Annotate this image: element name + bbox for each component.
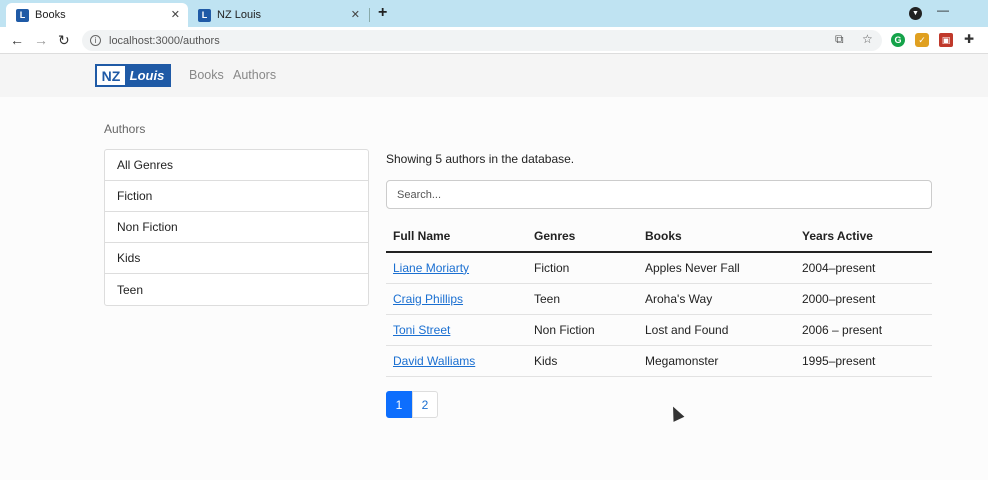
page-button-1[interactable]: 1 [386,391,412,418]
genre-item-non-fiction[interactable]: Non Fiction [105,212,368,243]
close-tab-icon[interactable]: ✕ [171,8,180,21]
pagination: 1 2 [386,391,438,418]
extension-icon[interactable]: ✓ [915,33,929,47]
nav-link-books[interactable]: Books [189,68,224,82]
table-row: David Walliams Kids Megamonster 1995–pre… [386,345,932,377]
authors-table: Full Name Genres Books Years Active Lian… [386,221,932,377]
cell-years: 1995–present [795,345,932,377]
cell-book: Megamonster [638,345,795,377]
tab-title: Books [35,9,66,21]
site-navbar: NZ Louis Books Authors [0,54,988,97]
cell-full-name: Toni Street [386,314,527,346]
genre-list: All Genres Fiction Non Fiction Kids Teen [104,149,369,306]
tab-divider [369,8,370,22]
browser-toolbar: ← → ↻ i localhost:3000/authors ⧉ ☆ G ✓ ▣… [0,27,988,54]
page-title: Authors [104,122,146,136]
cell-genre: Fiction [527,252,638,284]
genre-item-kids[interactable]: Kids [105,243,368,274]
tab-books[interactable]: L Books ✕ [6,3,188,27]
tab-nz-louis[interactable]: L NZ Louis ✕ [190,3,368,27]
site-info-icon[interactable]: i [90,35,101,46]
bookmark-star-icon[interactable]: ☆ [862,32,873,46]
genre-item-fiction[interactable]: Fiction [105,181,368,212]
cell-years: 2004–present [795,252,932,284]
tab-search-icon[interactable]: ▼ [909,7,922,20]
nz-louis-favicon-icon: L [198,8,211,22]
logo-louis: Louis [125,66,169,85]
cell-book: Lost and Found [638,314,795,346]
page-content: NZ Louis Books Authors Authors All Genre… [0,54,988,480]
grammarly-extension-icon[interactable]: G [891,33,905,47]
author-link[interactable]: Toni Street [393,323,450,337]
table-row: Toni Street Non Fiction Lost and Found 2… [386,314,932,346]
results-count-text: Showing 5 authors in the database. [386,152,575,166]
close-tab-icon[interactable]: ✕ [351,8,360,21]
cell-full-name: Craig Phillips [386,283,527,315]
cell-years: 2006 – present [795,314,932,346]
back-arrow-icon[interactable]: ← [10,32,24,48]
cell-genre: Non Fiction [527,314,638,346]
table-row: Liane Moriarty Fiction Apples Never Fall… [386,252,932,284]
header-years-active: Years Active [795,221,932,253]
cell-years: 2000–present [795,283,932,315]
address-bar[interactable]: i localhost:3000/authors [82,30,882,51]
cell-book: Aroha's Way [638,283,795,315]
search-input[interactable] [386,180,932,209]
cell-genre: Teen [527,283,638,315]
reload-icon[interactable]: ↻ [58,32,70,49]
books-favicon-icon: L [16,8,29,22]
nav-link-authors[interactable]: Authors [233,68,276,82]
nz-louis-logo[interactable]: NZ Louis [95,64,171,87]
tab-title: NZ Louis [217,9,262,21]
url-text: localhost:3000/authors [109,34,220,47]
cell-full-name: David Walliams [386,345,527,377]
cell-genre: Kids [527,345,638,377]
author-link[interactable]: Craig Phillips [393,292,463,306]
header-full-name: Full Name [386,221,527,253]
genre-item-all[interactable]: All Genres [105,150,368,181]
minimize-icon[interactable]: — [937,3,949,17]
table-header-row: Full Name Genres Books Years Active [386,221,932,253]
author-link[interactable]: David Walliams [393,354,475,368]
forward-arrow-icon[interactable]: → [34,32,48,48]
genre-item-teen[interactable]: Teen [105,274,368,305]
mouse-cursor-icon [667,404,685,422]
browser-tab-bar: L Books ✕ L NZ Louis ✕ + ▼ — [0,0,988,27]
extension-red-icon[interactable]: ▣ [939,33,953,47]
new-tab-button[interactable]: + [378,4,387,22]
page-button-2[interactable]: 2 [412,391,438,418]
cell-book: Apples Never Fall [638,252,795,284]
cell-full-name: Liane Moriarty [386,252,527,284]
extensions-puzzle-icon[interactable]: ✚ [964,32,974,46]
logo-nz: NZ [101,67,121,84]
header-books: Books [638,221,795,253]
author-link[interactable]: Liane Moriarty [393,261,469,275]
translate-icon[interactable]: ⧉ [835,32,844,47]
table-row: Craig Phillips Teen Aroha's Way 2000–pre… [386,283,932,315]
header-genres: Genres [527,221,638,253]
